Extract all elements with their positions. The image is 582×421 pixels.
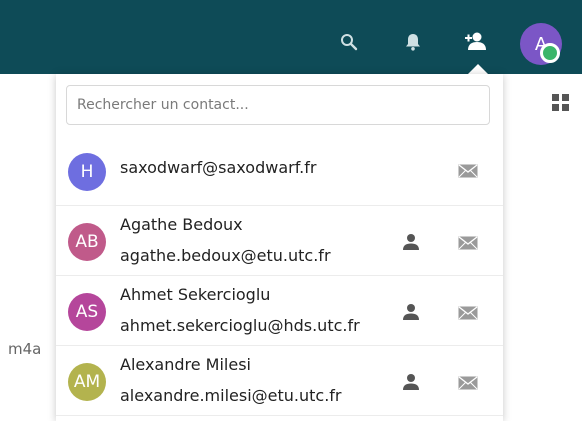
contact-avatar: AS (68, 293, 106, 331)
contact-row[interactable]: H saxodwarf@saxodwarf.fr (56, 136, 503, 206)
contact-avatar: AB (68, 223, 106, 261)
profile-icon[interactable] (402, 233, 420, 255)
contact-avatar: AM (68, 363, 106, 401)
mail-icon[interactable] (458, 235, 478, 254)
contact-name: Ahmet Sekercioglu (120, 285, 271, 304)
contact-email: saxodwarf@saxodwarf.fr (120, 158, 317, 177)
dropdown-caret (468, 64, 488, 74)
mail-icon[interactable] (458, 375, 478, 394)
background-file-label: m4a (8, 340, 42, 358)
notifications-bell-icon[interactable] (405, 33, 421, 51)
mail-icon[interactable] (458, 305, 478, 324)
contact-email: ahmet.sekercioglu@hds.utc.fr (120, 316, 360, 335)
contact-row[interactable]: AB Agathe Bedoux agathe.bedoux@etu.utc.f… (56, 206, 503, 276)
contact-email: alexandre.milesi@etu.utc.fr (120, 386, 342, 405)
contact-email: agathe.bedoux@etu.utc.fr (120, 246, 331, 265)
mail-icon[interactable] (458, 163, 478, 182)
contact-avatar: H (68, 153, 106, 191)
profile-icon[interactable] (402, 303, 420, 325)
online-status-dot (540, 43, 560, 63)
contact-name: Alexandre Milesi (120, 355, 251, 374)
contacts-icon[interactable] (465, 31, 489, 51)
contact-search-input[interactable] (66, 85, 490, 125)
contact-row[interactable]: AS Ahmet Sekercioglu ahmet.sekercioglu@h… (56, 276, 503, 346)
header-bar: A (0, 0, 582, 74)
contact-name: Agathe Bedoux (120, 215, 243, 234)
profile-icon[interactable] (402, 373, 420, 395)
grid-view-icon[interactable] (552, 94, 569, 111)
contact-row[interactable]: AM Alexandre Milesi alexandre.milesi@etu… (56, 346, 503, 416)
contacts-menu: H saxodwarf@saxodwarf.fr AB Agathe Bedou… (56, 74, 503, 421)
search-icon[interactable] (340, 33, 358, 51)
